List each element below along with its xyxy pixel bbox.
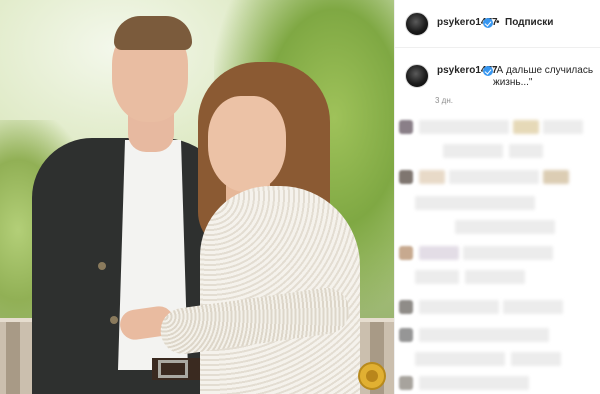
photo-man-hair <box>114 16 192 50</box>
comment-row <box>503 300 563 314</box>
comment-row <box>419 300 499 314</box>
comment-row <box>511 352 561 366</box>
comment-avatar <box>399 328 413 342</box>
verified-badge-icon <box>483 66 493 76</box>
following-button[interactable]: Подписки <box>505 17 553 28</box>
caption-avatar[interactable] <box>405 64 429 88</box>
comment-row <box>419 170 445 184</box>
comment-row <box>415 270 459 284</box>
comment-row <box>465 270 525 284</box>
post-sidebar: psykero1477 • Подписки psykero1477 "А да… <box>394 0 600 394</box>
photo-jacket-button <box>110 316 118 324</box>
comment-row <box>419 328 549 342</box>
post-caption: "А дальше случилась жизнь..." <box>493 65 594 88</box>
comment-avatar <box>399 376 413 390</box>
comment-row <box>419 376 529 390</box>
comment-avatar <box>399 170 413 184</box>
post-header: psykero1477 • Подписки <box>395 0 600 48</box>
comment-row <box>415 196 535 210</box>
comment-row <box>415 352 505 366</box>
comment-row <box>463 246 553 260</box>
post-photo[interactable] <box>0 0 394 394</box>
verified-badge-icon <box>483 18 493 28</box>
comment-row <box>509 144 543 158</box>
post-timestamp[interactable]: 3 дн. <box>435 96 453 105</box>
comment-avatar <box>399 246 413 260</box>
photo-railing-post <box>6 322 20 394</box>
comment-row <box>419 120 509 134</box>
comment-row <box>443 144 503 158</box>
photo-jacket-button <box>98 262 106 270</box>
photo-man-buckle <box>158 360 188 378</box>
comment-row <box>513 120 539 134</box>
comment-row <box>449 170 539 184</box>
avatar[interactable] <box>405 12 429 36</box>
comment-row <box>543 120 583 134</box>
photo-woman-face <box>208 96 286 192</box>
comment-avatar <box>399 300 413 314</box>
comment-row <box>543 170 569 184</box>
photo-corner-badge-icon <box>358 362 386 390</box>
comment-row <box>455 220 555 234</box>
comment-row <box>419 246 459 260</box>
comment-avatar <box>399 120 413 134</box>
header-separator: • <box>496 17 500 28</box>
